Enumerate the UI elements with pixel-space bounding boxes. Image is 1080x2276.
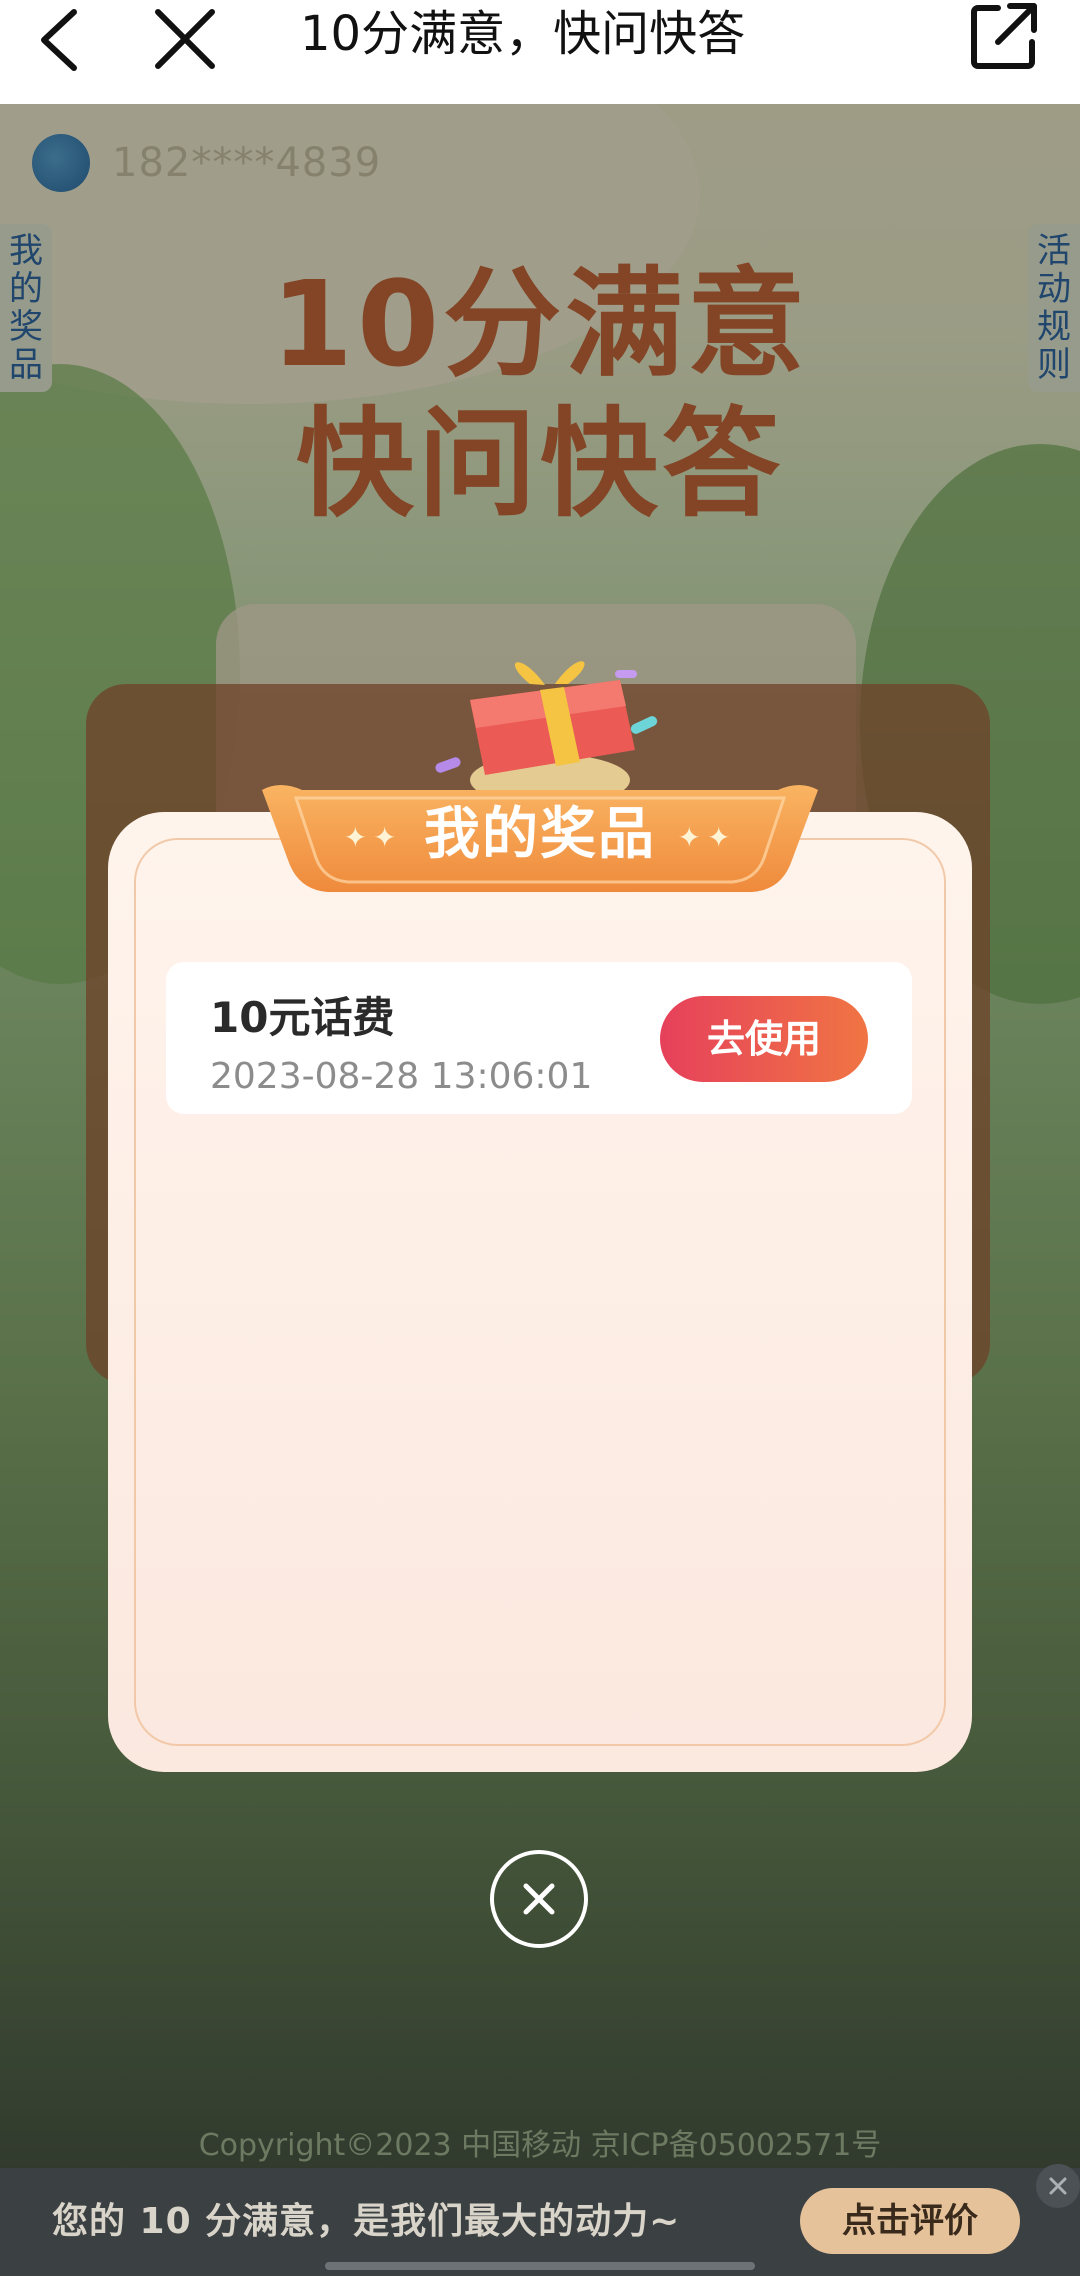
sparkle-icon: ✦✦ [677,820,737,854]
share-icon [971,3,1037,69]
rating-banner: 您的 10 分满意，是我们最大的动力~ 点击评价 [0,2168,1080,2276]
share-button[interactable] [968,0,1040,72]
modal-title: ✦✦ 我的奖品 ✦✦ [262,800,818,870]
back-button[interactable] [30,6,100,76]
modal-title-text: 我的奖品 [424,802,656,867]
nav-bar: 10分满意，快问快答 [0,0,1080,104]
close-icon [523,1883,555,1915]
banner-text: 您的 10 分满意，是我们最大的动力~ [52,2201,681,2242]
prize-time: 2023-08-28 13:06:01 [210,1056,593,1097]
close-modal-button[interactable] [490,1850,588,1948]
close-icon [155,9,215,69]
page-title: 10分满意，快问快答 [300,6,746,62]
prize-name: 10元话费 [210,993,395,1042]
banner-close-button[interactable] [1036,2164,1080,2208]
use-prize-button[interactable]: 去使用 [660,996,868,1082]
home-indicator[interactable] [325,2262,755,2270]
close-icon [1049,2177,1067,2195]
prize-list-item: 10元话费 2023-08-28 13:06:01 去使用 [166,962,912,1114]
chevron-left-icon [41,9,77,71]
rate-button[interactable]: 点击评价 [800,2188,1020,2254]
sparkle-icon: ✦✦ [343,820,403,854]
close-page-button[interactable] [150,4,220,74]
prize-modal [108,812,972,1772]
copyright-text: Copyright©2023 中国移动 京ICP备05002571号 [198,2128,882,2163]
